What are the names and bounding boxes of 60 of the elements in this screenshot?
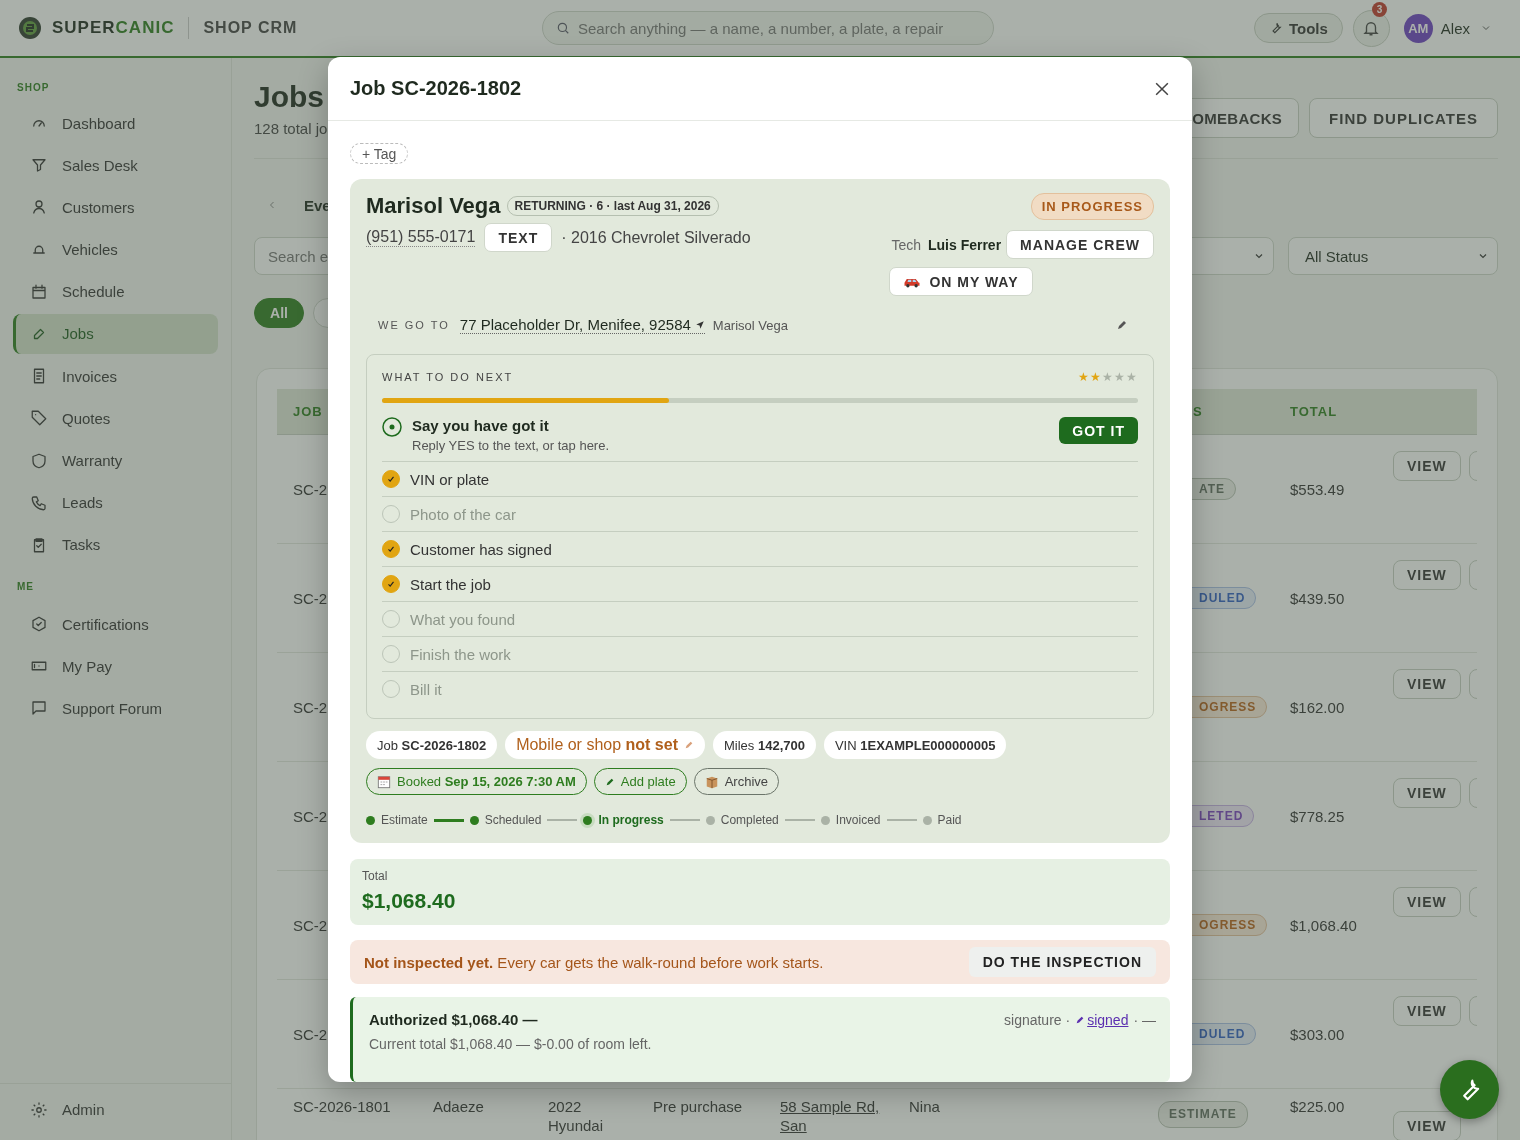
step-label: What you found bbox=[410, 610, 516, 628]
table-cell: $225.00 bbox=[1290, 1097, 1345, 1116]
fact-pill: Miles 142,700 bbox=[713, 731, 816, 759]
table-cell-text: Nina bbox=[908, 1097, 941, 1116]
table-cell: $553.49 bbox=[1290, 480, 1345, 498]
table-cell: SC-2 bbox=[293, 916, 328, 934]
total-label: Total bbox=[362, 869, 389, 883]
stage-label: In progress bbox=[598, 813, 664, 827]
fact-pill: VIN 1EXAMPLE000000005 bbox=[823, 731, 1007, 759]
authorization-title: Authorized $1,068.40 — bbox=[369, 1011, 538, 1028]
signature-status: · — bbox=[1133, 1011, 1156, 1028]
tech-label: Tech bbox=[891, 236, 921, 253]
step-label: Customer has signed bbox=[410, 540, 552, 558]
step-title: Say you have got it bbox=[412, 417, 550, 434]
contact-name: Marisol Vega bbox=[712, 317, 788, 333]
brand-name: SUPERCANIC bbox=[52, 18, 175, 38]
signature-label: signature · bbox=[1004, 1011, 1071, 1028]
table-cell: $303.00 bbox=[1290, 1025, 1345, 1043]
notification-count: 3 bbox=[1371, 1, 1387, 17]
section-label: WHAT TO DO NEXT bbox=[382, 371, 514, 383]
table-cell: $778.25 bbox=[1290, 807, 1345, 825]
total-amount: $1,068.40 bbox=[362, 889, 457, 913]
fact-pill: Job SC-2026-1802 bbox=[366, 731, 498, 759]
table-cell: $162.00 bbox=[1290, 698, 1345, 716]
customer-name: Marisol Vega bbox=[366, 193, 501, 219]
step-label: Finish the work bbox=[410, 645, 511, 663]
dialog-title: Job SC-2026-1802 bbox=[350, 77, 522, 100]
star-rating: ★★★★★ bbox=[1078, 370, 1138, 384]
table-cell: SC-2 bbox=[293, 698, 328, 716]
step-label: VIN or plate bbox=[410, 470, 490, 488]
stage-label: Paid bbox=[937, 813, 962, 827]
stage-label: Scheduled bbox=[484, 813, 542, 827]
step-label: Bill it bbox=[410, 680, 442, 698]
stage-label: Invoiced bbox=[835, 813, 881, 827]
table-cell: SC-2 bbox=[293, 1025, 328, 1043]
table-cell: SC-2026-1801 bbox=[293, 1097, 391, 1116]
table-cell-text: Adaeze bbox=[432, 1097, 485, 1116]
table-cell: SC-2 bbox=[293, 589, 328, 607]
stage-label: Estimate bbox=[381, 813, 428, 827]
stage-label: Completed bbox=[720, 813, 779, 827]
section-heading: ME bbox=[16, 581, 35, 593]
tech-name: Luis Ferrer bbox=[927, 236, 1002, 253]
table-cell: $1,068.40 bbox=[1290, 916, 1357, 934]
table-cell: SC-2 bbox=[293, 480, 328, 498]
step-label: Start the job bbox=[410, 575, 491, 593]
table-cell: SC-2 bbox=[293, 807, 328, 825]
status-badge: IN PROGRESS bbox=[1030, 193, 1154, 220]
section-heading: SHOP bbox=[16, 82, 51, 93]
table-cell-text: 2022 Hyundai bbox=[547, 1097, 605, 1135]
status-badge: ESTIMATE bbox=[1158, 1101, 1248, 1128]
alert-text: Not inspected yet. Every car gets the walk-round before work starts. bbox=[364, 953, 824, 971]
authorization-detail: Current total $1,068.40 — $-0.00 of room left. bbox=[369, 1036, 653, 1052]
product-name: SHOP CRM bbox=[203, 19, 298, 37]
page-subtitle: 128 total jo bbox=[254, 120, 328, 137]
table-cell-text: Pre purchase bbox=[652, 1097, 744, 1116]
table-cell: $439.50 bbox=[1290, 589, 1345, 607]
vehicle-name: · 2016 Chevrolet Silverado bbox=[561, 228, 751, 247]
step-label: Photo of the car bbox=[410, 505, 516, 523]
page-title: Jobs bbox=[254, 80, 326, 114]
address-label: WE GO TO bbox=[378, 319, 450, 331]
